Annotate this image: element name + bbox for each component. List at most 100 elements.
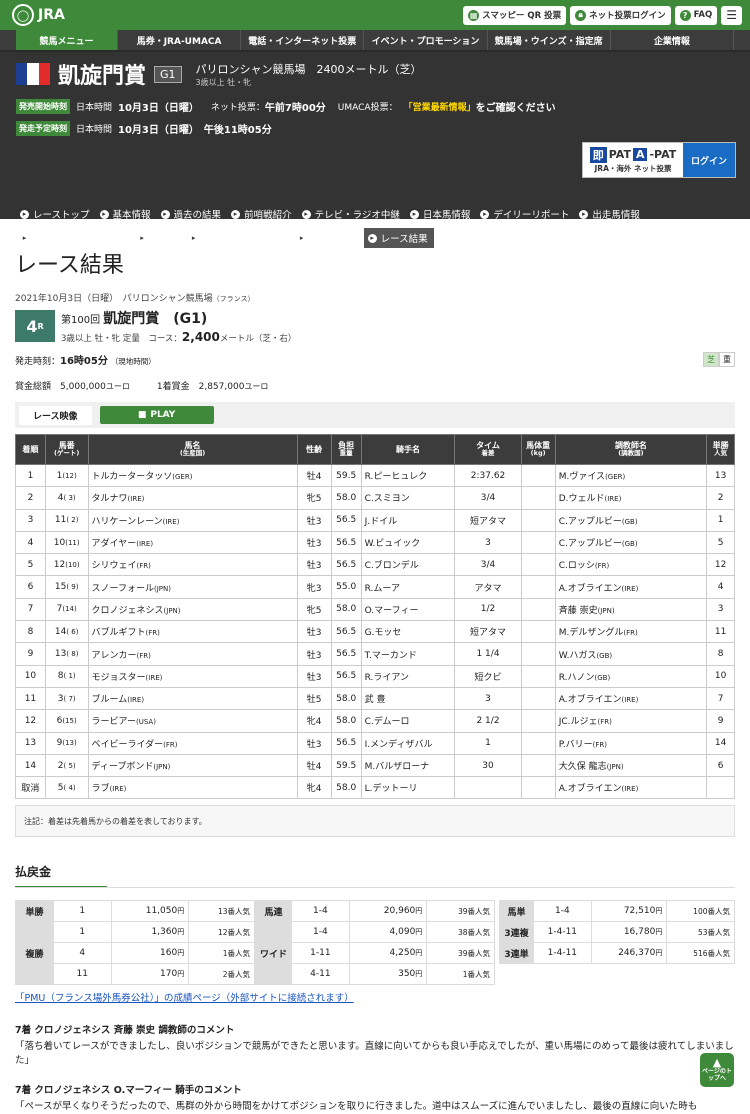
gnav-vote[interactable]: 電話・インターネット投票 (241, 30, 365, 50)
table-row: 9 13( 8) アレンカー(FR) 牡3 56.5 T.マーカンド 1 1/4 W.ハガス(… (15, 642, 735, 666)
trainer-name: M.ヴァイス(GER) (554, 463, 708, 488)
horse-name: ベイビーライダー(FR) (87, 731, 298, 755)
subnav-race-result[interactable]: ▸ レース結果 (363, 228, 434, 248)
race-header: 凱旋門賞 G1 パリロンシャン競馬場 2400メートル（芝） 3歳以上 牡・牝 発… (0, 52, 750, 248)
jra-logo[interactable]: ◯ JRA (12, 4, 65, 26)
race-number: 4R (15, 310, 55, 342)
time-margin: 2 1/2 (454, 709, 522, 733)
turf-badge: 芝 (703, 352, 719, 367)
horse-number: 4( 3) (44, 486, 89, 510)
horse-number: 1(12) (44, 463, 89, 488)
prize-unit: ユーロ (244, 382, 269, 391)
horse-number: 3( 7) (44, 686, 89, 711)
subnav-race-top[interactable]: ▸ レーストップ (16, 204, 96, 224)
body-weight (520, 686, 556, 711)
horse-name: シリウェイ(FR) (87, 553, 298, 577)
table-row: 14 2( 5) ディープボンド(JPN) 牡4 59.5 M.バルザローナ 30 大久保 龍… (15, 753, 735, 778)
finish-pos: 14 (15, 753, 46, 778)
net-login-button[interactable]: 🔒︎ ネット投票ログイン (570, 5, 671, 25)
sanrenpuku-label: 3連複 (499, 921, 534, 944)
popularity (706, 776, 735, 800)
subnav-prep-races[interactable]: ▸ 前哨戦紹介 (227, 204, 298, 224)
edition: 第100回 (61, 315, 101, 326)
arrow-icon: ▸ (20, 233, 29, 243)
grade-badge: G1 (154, 65, 182, 83)
subnav-runners-info[interactable]: ▸ 出走馬情報 (575, 204, 646, 224)
sex-age: 牡5 (296, 686, 332, 711)
subnav-daily-report[interactable]: ▸ デイリーリポート (476, 204, 575, 224)
gnav-event[interactable]: イベント・プロモーション (364, 30, 488, 50)
weight-carried: 56.5 (330, 642, 362, 666)
qr-icon: ▦ (468, 9, 480, 21)
pat-login-button[interactable]: ログイン (683, 143, 735, 177)
subnav-past-results[interactable]: ▸ 過去の結果 (157, 204, 228, 224)
jockey-name: R.ライアン (360, 664, 456, 688)
gnav-baken[interactable]: 馬券・JRA-UMACA (118, 30, 242, 50)
subnav-basic-info[interactable]: ▸ 基本情報 (96, 204, 157, 224)
sex-age: 牡3 (296, 664, 332, 688)
trainer-name: A.オブライエン(IRE) (554, 686, 708, 711)
body-weight (520, 731, 556, 755)
gnav-corporate[interactable]: 企業情報 (611, 30, 735, 50)
horse-number: 13( 8) (44, 642, 89, 666)
time-margin: 1/2 (454, 597, 522, 622)
trainer-name: C.ロッシ(FR) (554, 553, 708, 577)
subnav-ratings[interactable]: ▸ 出走馬レーティング (185, 228, 293, 248)
horse-number: 2( 5) (44, 753, 89, 778)
popularity: 13 (706, 463, 735, 488)
subnav-experts[interactable]: ▸ 識者の見解 (293, 228, 364, 248)
gnav-keiba-menu[interactable]: 競馬メニュー (16, 30, 118, 50)
page-top-button[interactable]: ▲ ページのトップへ (700, 1053, 734, 1087)
pat-login-box[interactable]: 即 PAT A -PAT JRA・海外 ネット投票 ログイン (582, 142, 736, 178)
time-margin: 3/4 (454, 486, 522, 510)
subnav-entries[interactable]: ▸ 出馬表 (134, 228, 186, 248)
finish-pos: 10 (15, 664, 46, 688)
popularity: 1 (706, 508, 735, 532)
arrow-icon: ▸ (409, 209, 419, 219)
umaca-link[interactable]: 「営業最新情報」 (404, 100, 476, 113)
pmu-link[interactable]: 「PMU（フランス場外馬券公社）」の成績ページ（外部サイトに接続されます） (15, 990, 735, 1004)
jockey-name: C.デムーロ (360, 709, 456, 733)
finish-pos: 11 (15, 686, 46, 711)
start-date: 10月3日（日曜） 午後11時05分 (118, 124, 272, 136)
date-line: 2021年10月3日（日曜） パリロンシャン競馬場 (15, 294, 213, 304)
arrow-icon: ▸ (579, 209, 589, 219)
race-conditions: 3歳以上 牡・牝 定量 (61, 334, 140, 344)
faq-button[interactable]: ? FAQ (674, 5, 718, 25)
subnav-bookmaker-odds[interactable]: ▸ ブックメーカーオッズ (16, 228, 134, 248)
menu-button[interactable]: ☰ (721, 5, 742, 25)
trainer-name: A.オブライエン(IRE) (554, 575, 708, 599)
finish-pos: 5 (15, 553, 46, 577)
table-header-0: 着順 (15, 434, 46, 465)
time-margin: 短アタマ (454, 508, 522, 532)
sanrentan-label: 3連単 (499, 942, 534, 965)
weight-carried: 58.0 (330, 486, 362, 510)
popularity: 5 (706, 530, 735, 555)
table-row: 4 10(11) アダイヤー(IRE) 牡3 56.5 W.ビュイック 3 C.アップルビー(… (15, 530, 735, 555)
time-margin: 3 (454, 530, 522, 555)
question-icon: ? (679, 9, 691, 21)
jockey-name: M.バルザローナ (360, 753, 456, 778)
body-weight (520, 597, 556, 622)
table-header-7: 馬体重 (kg) (520, 434, 556, 465)
play-button[interactable]: ■ PLAY (99, 406, 214, 424)
weight-carried: 59.5 (330, 463, 362, 488)
jockey-name: O.マーフィー (360, 597, 456, 622)
table-header-5: 騎手名 (360, 434, 456, 465)
subnav-japan-horses[interactable]: ▸ 日本馬情報 (406, 204, 477, 224)
weight-carried: 56.5 (330, 731, 362, 755)
umaca-tail: をご確認ください (475, 102, 556, 114)
popularity: 7 (706, 686, 735, 711)
weight-carried: 59.5 (330, 753, 362, 778)
horse-number: 11( 2) (44, 508, 89, 532)
page-title: レース結果 (15, 253, 124, 278)
comment-1: 7着 クロノジェネシス 斉藤 崇史 調教師のコメント 「落ち着いてレースができま… (15, 1022, 735, 1068)
smappy-qr-button[interactable]: ▦ スマッピー QR 投票 (463, 5, 567, 25)
body-weight (520, 620, 556, 644)
horse-name: バブルギフト(FR) (87, 620, 298, 644)
horse-name: ディープボンド(JPN) (87, 753, 298, 778)
subnav-tv-radio[interactable]: ▸ テレビ・ラジオ中継 (298, 204, 406, 224)
prize-unit: ユーロ (105, 382, 130, 391)
body-weight (520, 575, 556, 599)
gnav-venue[interactable]: 競馬場・ウインズ・指定席 (488, 30, 611, 50)
